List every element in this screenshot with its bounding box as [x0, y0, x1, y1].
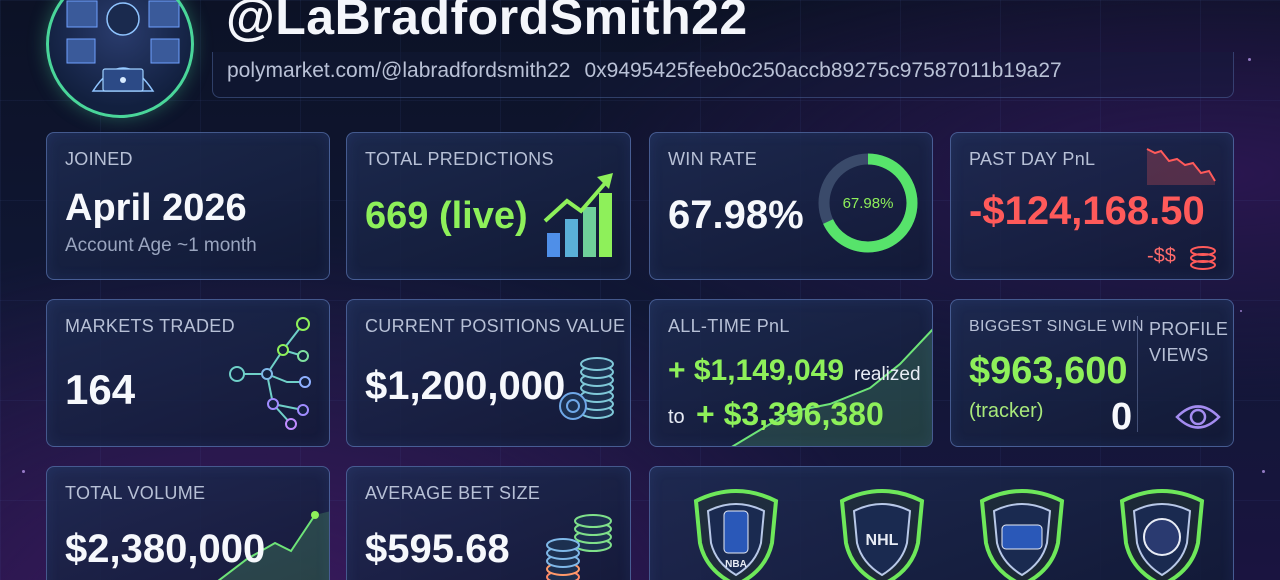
- avatar-illustration: [66, 0, 180, 92]
- profile-url-link[interactable]: polymarket.com/@labradfordsmith22: [227, 59, 570, 82]
- all-time-pnl-realized-value: + $1,149,049: [668, 354, 845, 387]
- markets-traded-value: 164: [65, 366, 136, 413]
- all-time-pnl-card: ALL-TIME PnL + $1,149,049 realized to + …: [649, 299, 933, 447]
- sparkle: [1248, 58, 1251, 61]
- nhl-badge-icon-label: NHL: [866, 532, 899, 549]
- joined-label: JOINED: [65, 149, 133, 169]
- profile-views-label: PROFILE VIEWS: [1149, 319, 1229, 365]
- past-day-pnl-card: PAST DAY PnL -$124,168.50 -$$: [950, 132, 1234, 280]
- win-rate-ring-label: 67.98%: [843, 195, 894, 212]
- downtrend-sparkline-icon: [1146, 148, 1216, 185]
- past-day-pnl-label: PAST DAY PnL: [969, 149, 1096, 169]
- realized-suffix: realized: [854, 364, 921, 385]
- biggest-win-source: (tracker): [969, 400, 1044, 422]
- money-stack-icon: [1190, 246, 1216, 270]
- sparkle: [22, 470, 25, 473]
- mlb-badge-icon[interactable]: [972, 485, 1072, 580]
- all-time-pnl-total-value: + $3,396,380: [696, 396, 884, 432]
- profile-views-value: 0: [1111, 396, 1133, 438]
- profile-avatar[interactable]: [46, 0, 194, 118]
- win-rate-card: WIN RATE 67.98% 67.98%: [649, 132, 933, 280]
- win-rate-value: 67.98%: [668, 193, 804, 237]
- loss-tag: -$$: [1147, 245, 1176, 267]
- past-day-pnl-value: -$124,168.50: [969, 189, 1205, 233]
- average-bet-card: AVERAGE BET SIZE $595.68: [346, 466, 631, 580]
- coin-stack-icon: [559, 357, 614, 420]
- nhl-badge-icon[interactable]: NHL: [832, 485, 932, 580]
- account-age: Account Age ~1 month: [65, 235, 257, 256]
- total-predictions-card: TOTAL PREDICTIONS 669 (live): [346, 132, 631, 280]
- biggest-win-label: BIGGEST SINGLE WIN: [969, 318, 1144, 335]
- sparkle: [1262, 470, 1265, 473]
- wallet-address[interactable]: 0x9495425feeb0c250accb89275c97587011b19a…: [584, 59, 1061, 82]
- average-bet-value: $595.68: [365, 527, 510, 571]
- total-predictions-value: 669 (live): [365, 195, 528, 237]
- win-rate-ring: 67.98%: [818, 153, 918, 253]
- total-volume-value: $2,380,000: [65, 527, 266, 571]
- biggest-win-card: BIGGEST SINGLE WIN $963,600 (tracker) PR…: [950, 299, 1234, 447]
- eye-icon: [1175, 405, 1221, 429]
- biggest-win-value: $963,600: [969, 350, 1128, 392]
- nba-badge-icon[interactable]: NBA: [686, 485, 786, 580]
- markets-traded-card: MARKETS TRADED 164: [46, 299, 330, 447]
- markets-traded-label: MARKETS TRADED: [65, 316, 235, 336]
- coin-stacks-icon: [546, 514, 612, 580]
- current-positions-label: CURRENT POSITIONS VALUE: [365, 316, 626, 336]
- sports-leagues-card: NBA NHL: [649, 466, 1234, 580]
- current-positions-value: $1,200,000: [365, 364, 566, 408]
- joined-value: April 2026: [65, 187, 247, 229]
- all-time-pnl-label: ALL-TIME PnL: [668, 316, 790, 336]
- win-rate-label: WIN RATE: [668, 149, 758, 169]
- profile-url-bar: polymarket.com/@labradfordsmith22 0x94954…: [212, 52, 1234, 98]
- total-predictions-label: TOTAL PREDICTIONS: [365, 149, 554, 169]
- profile-handle: @LaBradfordSmith22: [226, 0, 748, 45]
- total-volume-label: TOTAL VOLUME: [65, 483, 206, 503]
- joined-card: JOINED April 2026 Account Age ~1 month: [46, 132, 330, 280]
- range-to-label: to: [668, 406, 685, 428]
- average-bet-label: AVERAGE BET SIZE: [365, 483, 541, 503]
- card-divider: [1137, 316, 1138, 432]
- network-branches-icon: [229, 317, 311, 430]
- nba-badge-icon-label: NBA: [725, 559, 747, 570]
- current-positions-card: CURRENT POSITIONS VALUE $1,200,000: [346, 299, 631, 447]
- trending-bar-chart-icon: [543, 173, 613, 257]
- sparkle: [1240, 310, 1242, 312]
- total-volume-card: TOTAL VOLUME $2,380,000: [46, 466, 330, 580]
- soccer-ball-badge-icon[interactable]: [1112, 485, 1212, 580]
